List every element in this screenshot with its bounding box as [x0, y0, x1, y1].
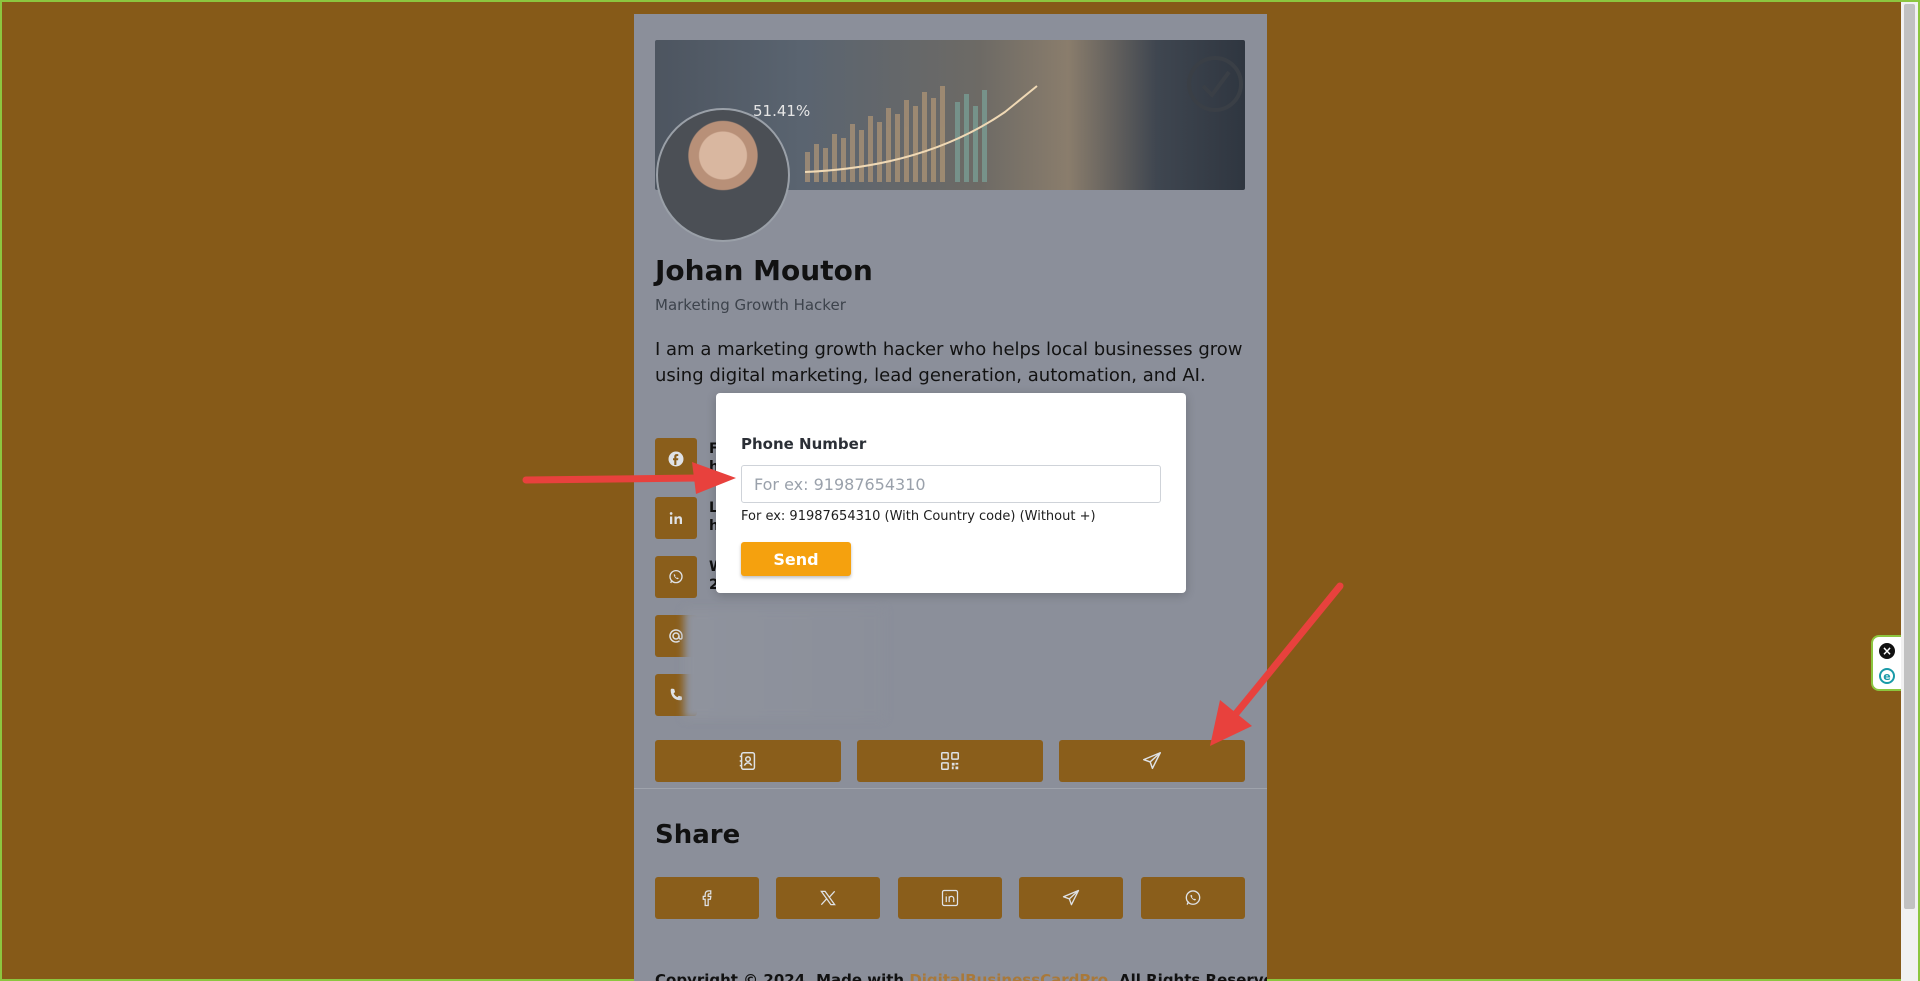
- whatsapp-icon: [1185, 890, 1201, 905]
- qr-code-icon: [941, 752, 959, 770]
- copyright-suffix: . All Rights Reserved.: [1108, 971, 1267, 981]
- avatar: [656, 108, 790, 242]
- blurred-contact-info: [684, 609, 884, 719]
- save-contact-button[interactable]: [655, 740, 841, 782]
- share-facebook-button[interactable]: [655, 877, 759, 919]
- phone-number-label: Phone Number: [741, 435, 867, 453]
- profile-title: Marketing Growth Hacker: [655, 296, 846, 314]
- send-to-phone-button[interactable]: [1059, 740, 1245, 782]
- share-telegram-button[interactable]: [1019, 877, 1123, 919]
- phone-number-input[interactable]: [741, 465, 1161, 503]
- qr-code-button[interactable]: [857, 740, 1043, 782]
- phone-number-modal: Phone Number For ex: 91987654310 (With C…: [716, 393, 1186, 593]
- phone-number-hint: For ex: 91987654310 (With Country code) …: [741, 509, 1096, 524]
- close-icon[interactable]: ×: [1879, 643, 1895, 659]
- linkedin-icon: [655, 497, 697, 539]
- linkedin-icon: [941, 889, 959, 907]
- share-buttons: [655, 877, 1245, 919]
- send-icon: [1143, 752, 1161, 770]
- share-linkedin-button[interactable]: [898, 877, 1002, 919]
- facebook-icon: [702, 890, 712, 907]
- share-x-button[interactable]: [776, 877, 880, 919]
- banner-percent-text: 51.41%: [753, 102, 811, 120]
- profile-bio: I am a marketing growth hacker who helps…: [655, 339, 1243, 386]
- action-buttons: [655, 740, 1245, 782]
- scrollbar-thumb[interactable]: [1904, 4, 1915, 909]
- share-heading: Share: [655, 820, 741, 850]
- extension-logo-icon[interactable]: e: [1879, 668, 1895, 684]
- x-icon: [820, 890, 836, 906]
- share-whatsapp-button[interactable]: [1141, 877, 1245, 919]
- contact-card-icon: [739, 752, 756, 770]
- verified-check-icon: [1187, 56, 1243, 112]
- page-scrollbar[interactable]: [1901, 2, 1918, 981]
- telegram-icon: [1062, 889, 1080, 906]
- facebook-icon: [655, 438, 697, 480]
- browser-extension-widget: × e: [1871, 635, 1901, 691]
- chart-graphic: [805, 85, 1038, 182]
- section-divider: [634, 788, 1267, 789]
- whatsapp-icon: [655, 556, 697, 598]
- footer-link[interactable]: DigitalBusinessCardPro: [909, 971, 1108, 981]
- footer-copyright: Copyright © 2024. Made with DigitalBusin…: [655, 971, 1267, 981]
- copyright-prefix: Copyright © 2024. Made with: [655, 971, 910, 981]
- send-button[interactable]: Send: [741, 542, 851, 576]
- profile-name: Johan Mouton: [655, 254, 873, 287]
